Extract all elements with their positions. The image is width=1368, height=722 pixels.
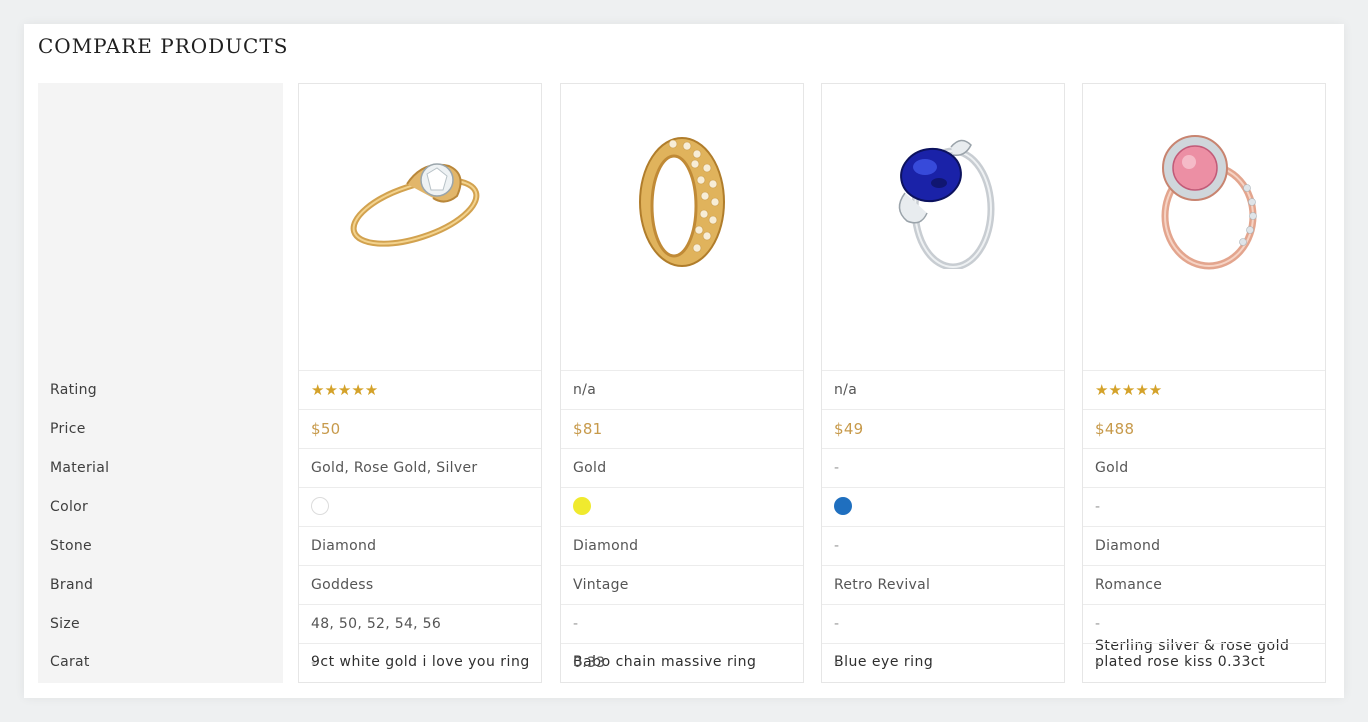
color-cell bbox=[822, 487, 1064, 526]
product-card: 9ct white gold i love you ring ★★★★★ $50… bbox=[298, 83, 542, 683]
product-image[interactable] bbox=[561, 84, 803, 314]
price-cell: $49 bbox=[822, 409, 1064, 448]
carat-cell: - bbox=[822, 643, 1064, 682]
rating-cell: n/a bbox=[561, 370, 803, 409]
rating-cell: n/a bbox=[822, 370, 1064, 409]
material-cell: Gold bbox=[561, 448, 803, 487]
brand-cell: Romance bbox=[1083, 565, 1325, 604]
attribute-label-column: Rating Price Material Color Stone Brand … bbox=[38, 83, 283, 683]
size-cell: - bbox=[1083, 604, 1325, 643]
stone-cell: Diamond bbox=[299, 526, 541, 565]
page-title: COMPARE PRODUCTS bbox=[38, 34, 289, 58]
stone-cell: Diamond bbox=[561, 526, 803, 565]
product-card: Babo chain massive ring n/a $81 Gold Dia… bbox=[560, 83, 804, 683]
label-size: Size bbox=[50, 616, 80, 632]
color-swatch bbox=[834, 497, 852, 515]
rose-gold-ring-icon bbox=[1161, 135, 1257, 270]
size-cell: - bbox=[561, 604, 803, 643]
color-swatch bbox=[311, 497, 329, 515]
product-image[interactable] bbox=[299, 84, 541, 314]
material-cell: Gold, Rose Gold, Silver bbox=[299, 448, 541, 487]
color-swatch bbox=[573, 497, 591, 515]
compare-panel: COMPARE PRODUCTS Rating Price Material C… bbox=[24, 24, 1344, 698]
sapphire-ring-icon bbox=[898, 139, 995, 269]
material-cell: - bbox=[822, 448, 1064, 487]
label-brand: Brand bbox=[50, 577, 94, 593]
label-stone: Stone bbox=[50, 538, 92, 554]
rating-stars: ★★★★★ bbox=[311, 381, 379, 399]
product-image[interactable] bbox=[1083, 84, 1325, 314]
product-image[interactable] bbox=[822, 84, 1064, 314]
label-carat: Carat bbox=[50, 654, 90, 670]
label-rating: Rating bbox=[50, 382, 97, 398]
size-cell: 48, 50, 52, 54, 56 bbox=[299, 604, 541, 643]
rating-cell: ★★★★★ bbox=[299, 370, 541, 409]
material-cell: Gold bbox=[1083, 448, 1325, 487]
rating-cell: ★★★★★ bbox=[1083, 370, 1325, 409]
stone-cell: Diamond bbox=[1083, 526, 1325, 565]
carat-cell: - bbox=[1083, 643, 1325, 682]
label-material: Material bbox=[50, 460, 110, 476]
price-cell: $50 bbox=[299, 409, 541, 448]
gold-ring-icon bbox=[350, 163, 480, 247]
size-cell: - bbox=[822, 604, 1064, 643]
product-card: Blue eye ring n/a $49 - - Retro Revival … bbox=[821, 83, 1065, 683]
carat-cell: 0.33 bbox=[561, 643, 803, 682]
rating-stars: ★★★★★ bbox=[1095, 381, 1163, 399]
price-cell: $81 bbox=[561, 409, 803, 448]
label-color: Color bbox=[50, 499, 89, 515]
price-cell: $488 bbox=[1083, 409, 1325, 448]
carat-cell: - bbox=[299, 643, 541, 682]
color-cell bbox=[299, 487, 541, 526]
stone-cell: - bbox=[822, 526, 1064, 565]
brand-cell: Retro Revival bbox=[822, 565, 1064, 604]
brand-cell: Vintage bbox=[561, 565, 803, 604]
product-card: Sterling silver & rose gold plated rose … bbox=[1082, 83, 1326, 683]
color-cell: - bbox=[1083, 487, 1325, 526]
label-price: Price bbox=[50, 421, 86, 437]
brand-cell: Goddess bbox=[299, 565, 541, 604]
color-cell bbox=[561, 487, 803, 526]
pave-band-icon bbox=[639, 137, 725, 267]
